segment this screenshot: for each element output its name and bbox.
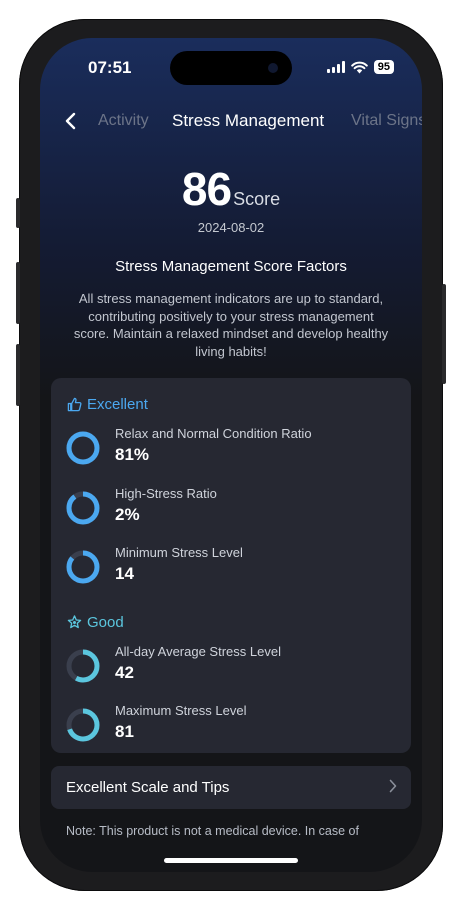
app-screen: 07:51 95 Activity Stress Management Vita… <box>40 38 422 872</box>
ring-gauge <box>66 550 100 584</box>
factor-row-average-stress[interactable]: All-day Average Stress Level 42 <box>65 644 395 690</box>
wifi-icon <box>350 61 368 73</box>
home-indicator[interactable] <box>164 858 298 863</box>
back-button[interactable] <box>60 110 80 132</box>
tips-label: Excellent Scale and Tips <box>66 779 230 796</box>
factor-value: 2% <box>115 505 140 524</box>
thumbs-up-icon <box>67 397 82 412</box>
star-badge-icon <box>67 615 82 629</box>
factor-label: Minimum Stress Level <box>115 545 243 560</box>
factor-value: 42 <box>115 663 134 682</box>
action-button <box>16 198 20 228</box>
tab-vital-signs[interactable]: Vital Signs <box>351 112 422 130</box>
scale-and-tips-row[interactable]: Excellent Scale and Tips <box>51 766 411 809</box>
factor-row-maximum-stress[interactable]: Maximum Stress Level 81 <box>65 703 395 749</box>
ring-gauge <box>66 491 100 525</box>
volume-up-button <box>16 262 20 324</box>
ring-gauge <box>66 431 100 465</box>
ring-gauge <box>66 708 100 742</box>
score-value: 86 <box>181 163 232 215</box>
score-display: 86 Score <box>40 162 422 216</box>
dynamic-island <box>170 51 292 85</box>
ring-fill <box>66 431 100 465</box>
factor-label: All-day Average Stress Level <box>115 644 281 659</box>
battery-level: 95 <box>373 60 394 74</box>
status-icons: 95 <box>326 60 394 74</box>
ring-gauge <box>66 649 100 683</box>
group-good-header: Good <box>67 614 124 631</box>
score-date: 2024-08-02 <box>197 220 265 235</box>
factor-label: High-Stress Ratio <box>115 486 217 501</box>
factors-card: Excellent Relax and Normal Condition Rat… <box>51 378 411 753</box>
factor-label: Relax and Normal Condition Ratio <box>115 426 312 441</box>
factor-value: 81 <box>115 722 134 741</box>
power-button <box>442 284 446 384</box>
tab-activity[interactable]: Activity <box>98 112 149 130</box>
ring-fill <box>66 491 100 525</box>
group-good-label: Good <box>87 614 124 631</box>
factors-description: All stress management indicators are up … <box>73 291 389 359</box>
medical-disclaimer: Note: This product is not a medical devi… <box>66 824 359 838</box>
factor-value: 81% <box>115 445 150 464</box>
factors-title: Stress Management Score Factors <box>115 258 347 275</box>
chevron-left-icon <box>65 112 75 130</box>
factor-row-high-stress-ratio[interactable]: High-Stress Ratio 2% <box>65 486 395 532</box>
score-unit: Score <box>233 189 281 209</box>
factor-row-relax-ratio[interactable]: Relax and Normal Condition Ratio 81% <box>65 426 395 472</box>
factor-row-minimum-stress[interactable]: Minimum Stress Level 14 <box>65 545 395 591</box>
cellular-signal-icon <box>326 61 345 73</box>
group-excellent-header: Excellent <box>67 396 148 413</box>
factor-label: Maximum Stress Level <box>115 703 247 718</box>
volume-down-button <box>16 344 20 406</box>
factor-value: 14 <box>115 564 134 583</box>
status-time: 07:51 <box>88 58 132 77</box>
camera-icon <box>268 63 278 73</box>
chevron-right-icon <box>389 779 397 793</box>
group-excellent-label: Excellent <box>87 396 148 413</box>
top-nav: Activity Stress Management Vital Signs <box>40 108 422 134</box>
tab-stress-management[interactable]: Stress Management <box>172 111 324 131</box>
